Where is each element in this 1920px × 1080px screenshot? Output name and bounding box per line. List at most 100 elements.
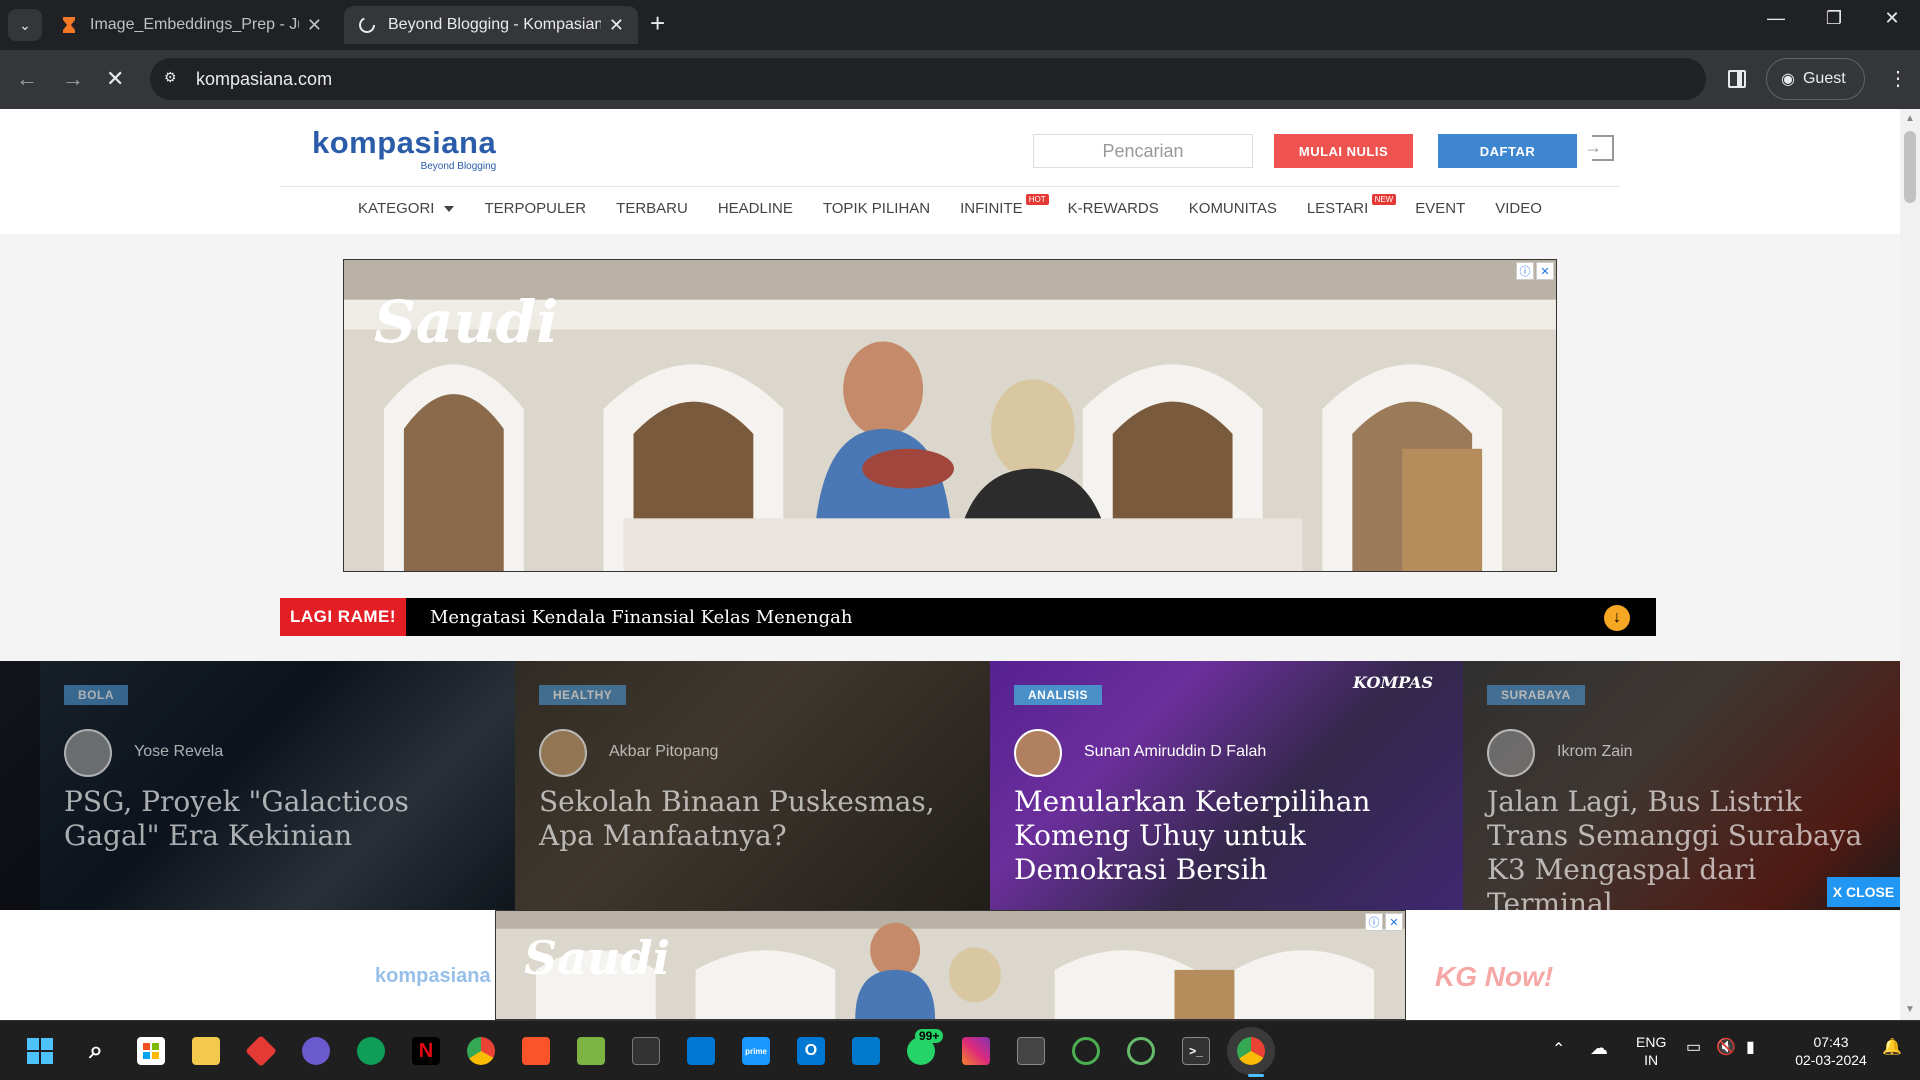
author-name[interactable]: Akbar Pitopang xyxy=(609,743,718,761)
menu-item-lestari[interactable]: LESTARI NEW xyxy=(1292,194,1400,217)
close-window-button[interactable]: ✕ xyxy=(1872,8,1912,29)
instagram-icon[interactable] xyxy=(962,1037,990,1065)
restore-button[interactable]: ❐ xyxy=(1814,8,1854,29)
tab-search-button[interactable]: ⌄ xyxy=(8,9,42,41)
menu-item-event[interactable]: EVENT xyxy=(1400,200,1480,217)
avatar[interactable] xyxy=(1487,729,1535,777)
author-name[interactable]: Sunan Amiruddin D Falah xyxy=(1084,743,1266,761)
edge-icon[interactable] xyxy=(357,1037,385,1065)
menu-item-terbaru[interactable]: TERBARU xyxy=(601,200,703,217)
file-explorer-icon[interactable] xyxy=(192,1037,220,1065)
scroll-down-icon[interactable]: ▼ xyxy=(1905,1004,1915,1015)
chrome-active-icon[interactable] xyxy=(1237,1037,1265,1065)
back-icon[interactable]: ← xyxy=(16,66,38,92)
windows-start-icon[interactable] xyxy=(26,1037,54,1065)
minimize-button[interactable]: — xyxy=(1756,8,1796,29)
close-ad-icon[interactable]: ✕ xyxy=(1385,913,1403,931)
language-indicator[interactable]: ENG IN xyxy=(1636,1033,1666,1069)
clock[interactable]: 07:43 02-03-2024 xyxy=(1786,1033,1876,1069)
avatar[interactable] xyxy=(539,729,587,777)
vscode-icon[interactable] xyxy=(852,1037,880,1065)
sync-icon[interactable] xyxy=(1127,1037,1155,1065)
cloud-icon[interactable]: ☁ xyxy=(1590,1039,1608,1057)
tab-jupyter[interactable]: Image_Embeddings_Prep - Jupy ✕ xyxy=(46,6,336,44)
scroll-up-icon[interactable]: ▲ xyxy=(1905,113,1915,124)
site-info-icon[interactable]: ⚙ xyxy=(164,69,184,89)
article-title[interactable]: Sekolah Binaan Puskesmas, Apa Manfaatnya… xyxy=(539,785,969,853)
brave-icon[interactable] xyxy=(522,1037,550,1065)
forward-icon[interactable]: → xyxy=(62,66,84,92)
new-tab-button[interactable]: + xyxy=(650,8,665,39)
avatar[interactable] xyxy=(1014,729,1062,777)
article-title[interactable]: PSG, Proyek "Galacticos Gagal" Era Kekin… xyxy=(64,785,494,853)
search-input[interactable]: Pencarian xyxy=(1033,134,1253,168)
trending-ticker[interactable]: LAGI RAME! Mengatasi Kendala Finansial K… xyxy=(280,598,1656,636)
article-card[interactable]: KOMPAS ANALISIS Sunan Amiruddin D Falah … xyxy=(990,661,1463,910)
chrome-icon[interactable] xyxy=(467,1037,495,1065)
ad-choices[interactable]: ⓘ ✕ xyxy=(1516,262,1554,280)
prime-video-icon[interactable]: prime xyxy=(742,1037,770,1065)
search-icon[interactable]: ⌕ xyxy=(82,1037,110,1065)
chevron-up-icon[interactable]: ⌃ xyxy=(1552,1041,1565,1059)
netflix-icon[interactable]: N xyxy=(412,1037,440,1065)
network-icon[interactable]: ▭ xyxy=(1686,1039,1701,1057)
category-badge[interactable]: SURABAYA xyxy=(1487,685,1585,705)
store-icon[interactable] xyxy=(137,1037,165,1065)
windows-app-icon[interactable] xyxy=(687,1037,715,1065)
ticker-headline[interactable]: Mengatasi Kendala Finansial Kelas Meneng… xyxy=(430,598,852,636)
stop-loading-icon[interactable]: ✕ xyxy=(106,66,124,92)
category-badge[interactable]: ANALISIS xyxy=(1014,685,1103,705)
side-panel-icon[interactable] xyxy=(1728,70,1746,88)
menu-item-k-rewards[interactable]: K-REWARDS xyxy=(1053,200,1174,217)
scrollbar-thumb[interactable] xyxy=(1904,131,1916,203)
menu-item-infinite[interactable]: INFINITE HOT xyxy=(945,194,1053,217)
avatar[interactable] xyxy=(64,729,112,777)
category-badge[interactable]: BOLA xyxy=(64,685,128,705)
category-badge[interactable]: HEALTHY xyxy=(539,685,627,705)
close-sticky-ad-button[interactable]: X CLOSE xyxy=(1827,877,1900,907)
menu-item-video[interactable]: VIDEO xyxy=(1480,200,1557,217)
copilot-icon[interactable] xyxy=(302,1037,330,1065)
login-icon[interactable] xyxy=(1584,135,1614,161)
author-name[interactable]: Ikrom Zain xyxy=(1557,743,1633,761)
arrow-down-icon[interactable]: ↓ xyxy=(1604,605,1630,631)
page-scrollbar[interactable]: ▲ ▼ xyxy=(1900,109,1920,1020)
author-name[interactable]: Yose Revela xyxy=(134,743,223,761)
start-writing-button[interactable]: MULAI NULIS xyxy=(1274,134,1413,168)
site-logo[interactable]: kompasiana Beyond Blogging xyxy=(312,125,496,172)
app-icon[interactable] xyxy=(245,1035,277,1067)
info-icon[interactable]: ⓘ xyxy=(1365,913,1383,931)
sticky-ad-banner[interactable]: Saudi ⓘ ✕ xyxy=(495,910,1406,1020)
info-icon[interactable]: ⓘ xyxy=(1516,262,1534,280)
image-viewer-icon[interactable] xyxy=(577,1037,605,1065)
close-ad-icon[interactable]: ✕ xyxy=(1536,262,1554,280)
article-title[interactable]: Menularkan Keterpilihan Komeng Uhuy untu… xyxy=(1014,785,1444,887)
article-card[interactable] xyxy=(0,661,40,910)
article-card[interactable]: SURABAYA Ikrom Zain Jalan Lagi, Bus List… xyxy=(1463,661,1900,910)
battery-icon[interactable]: ▮ xyxy=(1746,1039,1755,1057)
terminal-icon[interactable]: >_ xyxy=(1182,1037,1210,1065)
ad-banner[interactable]: Saudi ⓘ ✕ xyxy=(343,259,1557,572)
register-button[interactable]: DAFTAR xyxy=(1438,134,1577,168)
header-divider xyxy=(280,186,1620,187)
menu-item-kategori[interactable]: KATEGORI xyxy=(343,200,469,217)
mute-icon[interactable]: 🔇 xyxy=(1716,1039,1736,1057)
ad-choices[interactable]: ⓘ ✕ xyxy=(1365,913,1403,931)
bell-icon[interactable]: 🔔 xyxy=(1882,1039,1902,1057)
menu-item-topik-pilihan[interactable]: TOPIK PILIHAN xyxy=(808,200,945,217)
sync-icon[interactable] xyxy=(1072,1037,1100,1065)
menu-item-komunitas[interactable]: KOMUNITAS xyxy=(1174,200,1292,217)
article-card[interactable]: BOLA Yose Revela PSG, Proyek "Galacticos… xyxy=(40,661,515,910)
menu-item-headline[interactable]: HEADLINE xyxy=(703,200,808,217)
terminal-icon[interactable] xyxy=(632,1037,660,1065)
app-window-icon[interactable] xyxy=(1017,1037,1045,1065)
address-bar[interactable]: ⚙ kompasiana.com xyxy=(150,58,1706,100)
browser-menu-icon[interactable]: ⋮ xyxy=(1888,66,1908,91)
outlook-icon[interactable]: O xyxy=(797,1037,825,1065)
close-tab-icon[interactable]: ✕ xyxy=(609,15,624,36)
tab-kompasiana[interactable]: Beyond Blogging - Kompasiana ✕ xyxy=(344,6,638,44)
menu-item-terpopuler[interactable]: TERPOPULER xyxy=(469,200,601,217)
profile-button[interactable]: ◉ Guest xyxy=(1766,58,1865,100)
article-card[interactable]: HEALTHY Akbar Pitopang Sekolah Binaan Pu… xyxy=(515,661,990,910)
close-tab-icon[interactable]: ✕ xyxy=(307,15,322,36)
